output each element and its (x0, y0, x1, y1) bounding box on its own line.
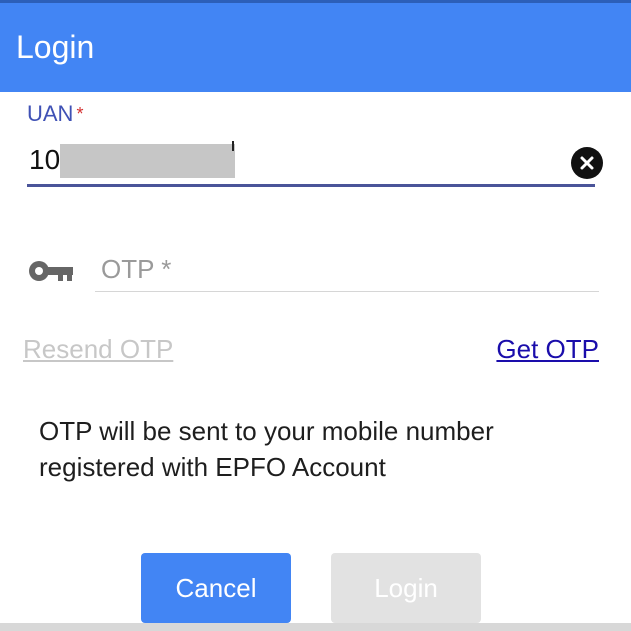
otp-info-message: OTP will be sent to your mobile number r… (39, 416, 494, 482)
key-icon (29, 261, 73, 281)
dialog-title: Login (16, 29, 95, 65)
resend-otp-link[interactable]: Resend OTP (23, 333, 173, 365)
get-otp-link[interactable]: Get OTP (496, 333, 599, 365)
login-button[interactable]: Login (331, 553, 481, 623)
uan-input[interactable]: 10 (29, 143, 60, 177)
clear-uan-button[interactable] (571, 147, 603, 179)
otp-input[interactable] (95, 248, 599, 292)
uan-label-text: UAN (27, 101, 74, 126)
uan-label: UAN * (27, 101, 83, 127)
required-mark: * (76, 104, 84, 124)
dialog-header: Login (0, 3, 631, 92)
bottom-strip (0, 623, 631, 631)
redacted-value (60, 144, 235, 178)
cancel-button[interactable]: Cancel (141, 553, 291, 623)
login-dialog: Login UAN* 10 Resend OTP Get OTP OTP wil… (0, 0, 631, 631)
uan-underline (27, 184, 595, 187)
close-circle-icon (580, 156, 594, 170)
text-caret (232, 141, 234, 151)
